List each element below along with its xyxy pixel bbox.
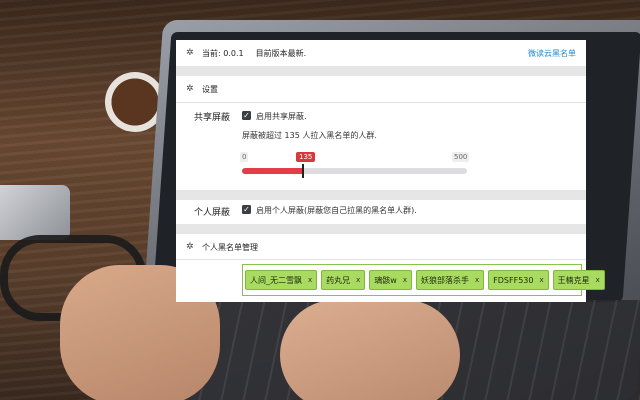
phone — [0, 185, 70, 240]
blacklist-tag-label: 王楠克星 — [557, 275, 590, 285]
personal-block-checkbox-label[interactable]: 启用个人屏蔽(屏蔽您自己拉黑的黑名单人群). — [256, 205, 417, 216]
settings-title: 设置 — [202, 84, 218, 94]
blacklist-tag: 妖狼部落杀手 x — [416, 270, 485, 290]
divider — [176, 66, 586, 76]
blacklist-tag: 药丸兄 x — [321, 270, 366, 290]
shared-block-description: 屏蔽被超过 135 人拉入黑名单的人群. — [242, 131, 377, 140]
divider — [176, 259, 586, 260]
version-label: 当前: 0.0.1 — [202, 48, 244, 58]
cloud-blacklist-link[interactable]: 微读云黑名单 — [528, 48, 576, 59]
shared-block-checkbox[interactable]: ✓ — [242, 111, 251, 120]
blacklist-tag: FDSFF530 x — [488, 270, 549, 290]
blacklist-tag-label: 人间_无二雪飘 — [250, 275, 302, 285]
blacklist-tag-label: 药丸兄 — [326, 275, 351, 285]
settings-header: ✲ 设置 — [176, 76, 586, 102]
remove-tag-icon[interactable]: x — [596, 276, 600, 284]
divider — [176, 190, 586, 200]
slider-max-label: 500 — [452, 152, 470, 162]
version-header: ✲ 当前: 0.0.1 目前版本最新. — [176, 40, 586, 66]
divider — [176, 224, 586, 234]
remove-tag-icon[interactable]: x — [356, 276, 360, 284]
personal-list-header: ✲ 个人黑名单管理 — [176, 234, 586, 260]
remove-tag-icon[interactable]: x — [308, 276, 312, 284]
blacklist-tag: 璃骸w x — [369, 270, 413, 290]
blacklist-tag-label: 璃骸w — [374, 275, 397, 285]
shared-block-checkbox-label[interactable]: 启用共享屏蔽. — [256, 111, 307, 122]
shared-block-label: 共享屏蔽 — [194, 113, 231, 123]
divider — [176, 102, 586, 103]
blacklist-tags[interactable]: 人间_无二雪飘 x 药丸兄 x 璃骸w x 妖狼部落杀手 x FDSFF530 x 王楠克星 x — [242, 264, 605, 296]
remove-tag-icon[interactable]: x — [539, 276, 543, 284]
remove-tag-icon[interactable]: x — [475, 276, 479, 284]
blacklist-tag-label: FDSFF530 — [493, 275, 534, 285]
slider-handle[interactable] — [301, 164, 304, 178]
remove-tag-icon[interactable]: x — [403, 276, 407, 284]
blacklist-tag: 王楠克星 x — [552, 270, 605, 290]
right-hand — [280, 300, 460, 400]
gear-icon: ✲ — [186, 84, 194, 94]
slider-min-label: 0 — [240, 152, 249, 162]
threshold-slider[interactable] — [242, 164, 467, 178]
blacklist-tag-label: 妖狼部落杀手 — [421, 275, 470, 285]
gear-icon: ✲ — [186, 242, 194, 252]
personal-block-checkbox[interactable]: ✓ — [242, 205, 251, 214]
gear-icon: ✲ — [186, 48, 194, 58]
blacklist-tag: 人间_无二雪飘 x — [245, 270, 318, 290]
settings-panel: ✲ 当前: 0.0.1 目前版本最新. 微读云黑名单 ✲ 设置 共享屏蔽 ✓ 启… — [176, 40, 605, 302]
slider-fill — [242, 168, 303, 174]
personal-list-title: 个人黑名单管理 — [202, 242, 258, 252]
personal-block-label: 个人屏蔽 — [194, 208, 231, 218]
version-status: 目前版本最新. — [255, 48, 307, 58]
slider-value-bubble: 135 — [296, 152, 316, 162]
